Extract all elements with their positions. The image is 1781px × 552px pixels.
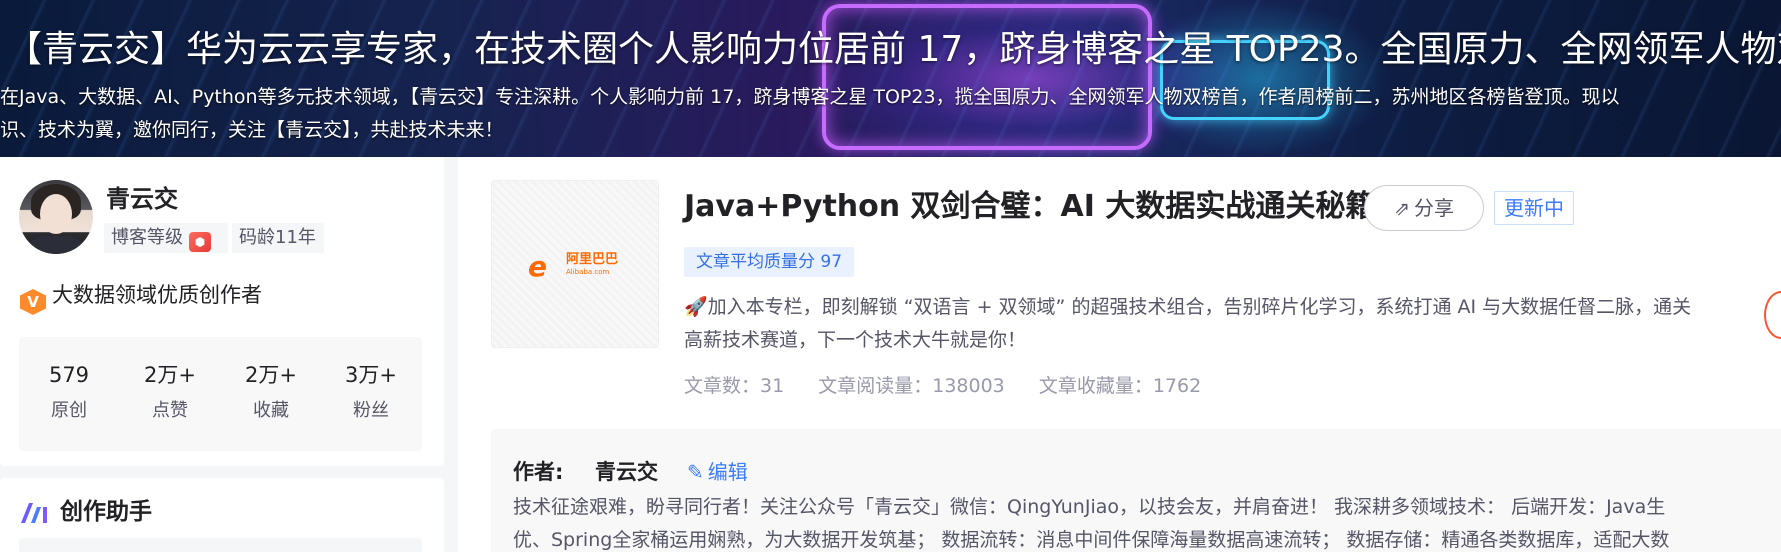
- stat-original[interactable]: 579 原创: [19, 361, 119, 423]
- column-stats: 文章数：31 文章阅读量：138003 文章收藏量：1762: [684, 371, 1229, 401]
- banner-description: 在Java、大数据、AI、Python等多元技术领域，【青云交】专注深耕。个人影…: [0, 81, 1781, 147]
- logo-text-cn: 阿里巴巴: [566, 252, 619, 267]
- subscribe-circle-button[interactable]: [1764, 291, 1781, 339]
- stat-label: 点赞: [152, 400, 188, 421]
- profile-banner: 【青云交】华为云云享专家，在技术圈个人影响力位居前 17，跻身博客之星 TOP2…: [0, 0, 1781, 157]
- column-card: e 阿里巴巴 Alibaba.com Java+Python 双剑合璧：AI 大…: [458, 157, 1781, 552]
- creator-badge[interactable]: V 大数据领域优质创作者: [20, 281, 262, 315]
- stat-value: 579: [48, 363, 90, 387]
- creator-badge-label: 大数据领域优质创作者: [52, 283, 262, 307]
- author-intro-line-2: 优、Spring全家桶运用娴熟，为大数据开发筑基； 数据流转：消息中间件保障海量…: [513, 529, 1670, 551]
- edit-button[interactable]: ✎ 编辑: [687, 457, 748, 487]
- author-label: 作者:: [513, 460, 564, 484]
- column-title: Java+Python 双剑合璧：AI 大数据实战通关秘籍: [684, 189, 1376, 224]
- share-button[interactable]: ⇗ 分享: [1364, 185, 1484, 231]
- level-badge-icon: ⬢: [189, 232, 211, 252]
- avatar[interactable]: [19, 180, 93, 254]
- column-description-text: 加入本专栏，即刻解锁 “双语言 + 双领域” 的超强技术组合，告别碎片化学习，系…: [684, 296, 1692, 351]
- author-intro-line-1: 技术征途艰难，盼寻同行者！关注公众号「青云交」微信：QingYunJiao，以技…: [513, 496, 1666, 518]
- stat-value: 2万+: [144, 363, 196, 387]
- share-icon: ⇗: [1394, 198, 1410, 220]
- stat-favorites[interactable]: 2万+ 收藏: [221, 361, 321, 423]
- stat-label: 原创: [51, 400, 87, 421]
- stat-label: 粉丝: [353, 400, 389, 421]
- stat-likes[interactable]: 2万+ 点赞: [120, 361, 220, 423]
- status-badge: 更新中: [1494, 191, 1574, 225]
- creation-helper-input[interactable]: [19, 538, 422, 552]
- stat-value: 2万+: [245, 363, 297, 387]
- coding-age-tag: 码龄11年: [232, 223, 324, 253]
- creation-helper-card: 创作助手: [0, 478, 444, 552]
- edit-label: 编辑: [707, 460, 748, 484]
- edit-pen-icon: ✎: [687, 460, 704, 484]
- favorite-count: 文章收藏量：1762: [1038, 375, 1202, 397]
- profile-name[interactable]: 青云交: [106, 179, 178, 214]
- stat-label: 收藏: [253, 400, 289, 421]
- profile-stats: 579 原创 2万+ 点赞 2万+ 收藏 3万+ 粉丝: [19, 337, 422, 451]
- read-count: 文章阅读量：138003: [818, 375, 1005, 397]
- column-description: 🚀加入本专栏，即刻解锁 “双语言 + 双领域” 的超强技术组合，告别碎片化学习，…: [684, 291, 1694, 357]
- alibaba-logo: e 阿里巴巴 Alibaba.com: [528, 250, 619, 283]
- verified-v-icon: V: [20, 289, 46, 315]
- share-label: 分享: [1413, 196, 1454, 220]
- banner-desc-line-1: 在Java、大数据、AI、Python等多元技术领域，【青云交】专注深耕。个人影…: [0, 86, 1620, 108]
- profile-card: 青云交 博客等级 ⬢ 码龄11年 V 大数据领域优质创作者 579 原创 2万+ 点…: [0, 157, 444, 466]
- stat-fans[interactable]: 3万+ 粉丝: [321, 361, 421, 423]
- rocket-icon: 🚀: [684, 296, 708, 318]
- blog-level-tag[interactable]: 博客等级 ⬢: [104, 223, 228, 253]
- blog-level-label: 博客等级: [111, 227, 183, 248]
- creation-helper-title[interactable]: 创作助手: [60, 495, 152, 529]
- author-name[interactable]: 青云交: [595, 457, 658, 487]
- author-intro: 技术征途艰难，盼寻同行者！关注公众号「青云交」微信：QingYunJiao，以技…: [513, 491, 1781, 552]
- article-count: 文章数：31: [684, 375, 785, 397]
- column-cover[interactable]: e 阿里巴巴 Alibaba.com: [491, 180, 659, 348]
- banner-title: 【青云交】华为云云享专家，在技术圈个人影响力位居前 17，跻身博客之星 TOP2…: [6, 29, 1781, 70]
- logo-text-en: Alibaba.com: [566, 268, 610, 276]
- author-section: 作者: 青云交 ✎ 编辑 技术征途艰难，盼寻同行者！关注公众号「青云交」微信：Qi…: [491, 429, 1781, 552]
- stat-value: 3万+: [345, 363, 397, 387]
- ai-helper-icon: [21, 503, 47, 523]
- quality-score-badge: 文章平均质量分 97: [684, 247, 855, 277]
- banner-desc-line-2: 识、技术为翼，邀你同行，关注【青云交】，共赴技术未来！: [0, 119, 504, 141]
